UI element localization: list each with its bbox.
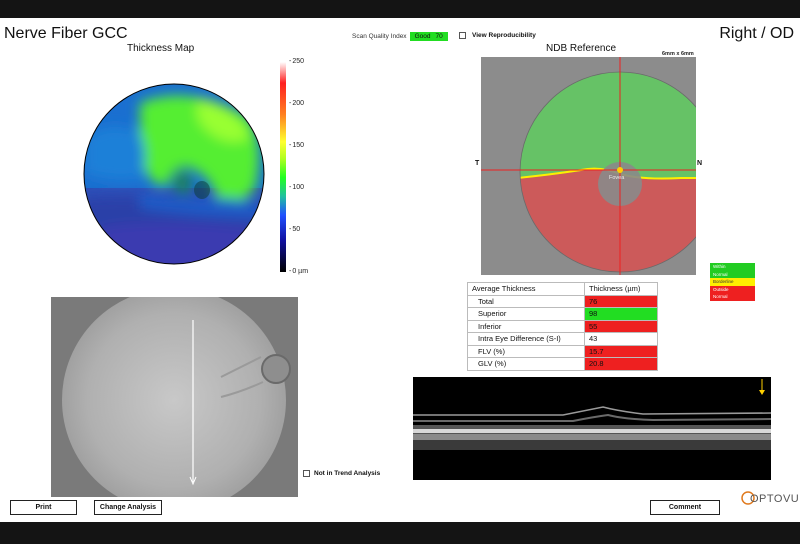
eye-label: Right / OD [719, 25, 794, 42]
row-label: Total [467, 294, 585, 308]
thickness-table: Average Thickness Thickness (µm) Total 7… [467, 282, 658, 371]
thickness-map-image [83, 83, 265, 265]
thickness-map-title: Thickness Map [127, 43, 195, 54]
table-row: GLV (%) 20.8 [467, 357, 658, 371]
row-value: 76 [584, 294, 658, 308]
scan-quality-status: Good [414, 33, 431, 40]
legend-normal-1: Normal [710, 270, 755, 278]
oct-bscan-image [413, 377, 771, 480]
fundus-image [51, 297, 298, 497]
optovue-logo: OPTOVUE [741, 491, 800, 505]
page-title: Nerve Fiber GCC [4, 25, 128, 42]
scan-quality-index: Scan Quality Index Good 70 [352, 32, 448, 41]
row-value: 15.7 [584, 344, 658, 358]
row-value: 43 [584, 332, 658, 346]
row-value: 20.8 [584, 357, 658, 371]
view-reproducibility-checkbox[interactable] [459, 32, 466, 39]
row-label: Inferior [467, 319, 585, 333]
table-row: Intra Eye Difference (S-I) 43 [467, 332, 658, 346]
table-row: FLV (%) 15.7 [467, 344, 658, 358]
ndb-fovea-label: Fovea [609, 175, 625, 181]
analysis-window: Nerve Fiber GCC Right / OD Scan Quality … [0, 18, 800, 522]
not-in-trend-label: Not in Trend Analysis [314, 470, 381, 477]
ndb-temporal-label: T [475, 160, 480, 167]
view-reproducibility-toggle[interactable]: View Reproducibility [459, 32, 536, 39]
table-row: Superior 98 [467, 307, 658, 321]
row-label: FLV (%) [467, 344, 585, 358]
row-value: 55 [584, 319, 658, 333]
row-label: Superior [467, 307, 585, 321]
row-label: Intra Eye Difference (S-I) [467, 332, 585, 346]
not-in-trend-toggle[interactable]: Not in Trend Analysis [303, 470, 380, 477]
legend-within: Within [710, 263, 755, 271]
logo-text: OPTOVUE [750, 493, 800, 505]
colorbar-label-50: 50 [289, 226, 300, 233]
ndb-nasal-label: N [697, 160, 703, 167]
ndb-map-image [481, 57, 696, 275]
legend-normal-2: Normal [710, 293, 755, 301]
comment-button[interactable]: Comment [650, 500, 720, 515]
not-in-trend-checkbox[interactable] [303, 470, 310, 477]
colorbar-label-0: 0 µm [289, 268, 308, 275]
change-analysis-button[interactable]: Change Analysis [94, 500, 162, 515]
ndb-title: NDB Reference [546, 43, 617, 54]
legend-borderline: Borderline [710, 278, 755, 286]
table-row: Inferior 55 [467, 319, 658, 333]
thickness-table-header: Average Thickness Thickness (µm) [467, 282, 658, 296]
scan-quality-value: 70 [435, 33, 443, 40]
table-header-value: Thickness (µm) [584, 282, 658, 296]
print-button[interactable]: Print [10, 500, 77, 515]
ndb-legend: Within Normal Borderline Outside Normal [710, 263, 755, 301]
scan-quality-label: Scan Quality Index [352, 33, 407, 40]
colorbar-label-150: 150 [289, 142, 304, 149]
thickness-colorbar [280, 62, 286, 272]
colorbar-label-200: 200 [289, 100, 304, 107]
colorbar-label-100: 100 [289, 184, 304, 191]
row-value: 98 [584, 307, 658, 321]
table-row: Total 76 [467, 294, 658, 308]
view-reproducibility-label: View Reproducibility [472, 32, 536, 39]
scan-quality-badge: Good 70 [409, 32, 448, 41]
row-label: GLV (%) [467, 357, 585, 371]
colorbar-label-250: 250 [289, 58, 304, 65]
table-header-label: Average Thickness [467, 282, 585, 296]
legend-outside: Outside [710, 285, 755, 293]
